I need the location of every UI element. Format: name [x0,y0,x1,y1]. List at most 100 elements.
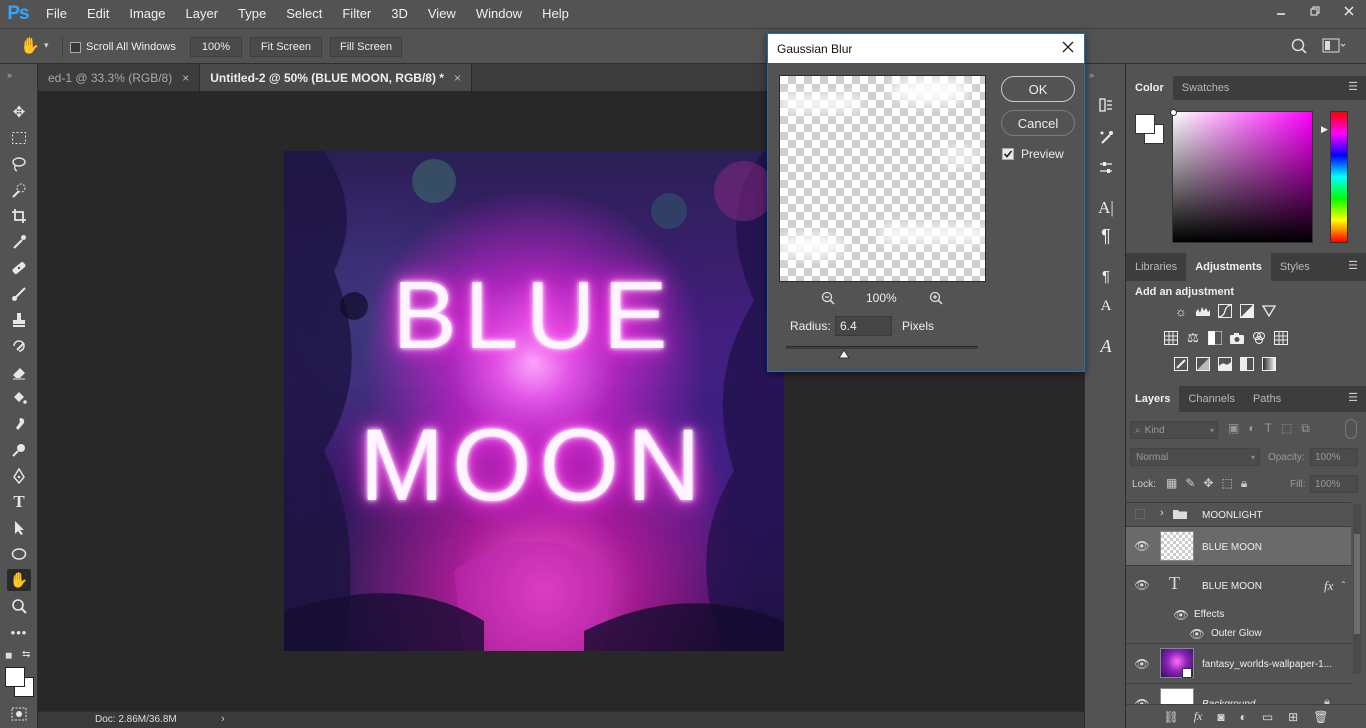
eraser-tool-icon[interactable] [7,361,31,383]
zoom-100-button[interactable]: 100% [190,37,242,57]
blend-mode-select[interactable]: Normal ▾ [1130,448,1260,466]
ellipse-tool-icon[interactable] [7,543,31,565]
menu-file[interactable]: File [36,0,77,28]
tab-color[interactable]: Color [1126,76,1173,100]
eye-icon[interactable]: 👁︎ [1134,578,1149,592]
lock-artboard-icon[interactable]: ⬚ [1221,476,1232,491]
search-icon[interactable] [1290,37,1308,55]
layer-row-outer-glow[interactable]: 👁︎ Outer Glow [1126,624,1351,644]
menu-view[interactable]: View [418,0,466,28]
character-panel-icon[interactable]: A| [1094,197,1118,219]
brush-presets-icon[interactable] [1094,126,1118,148]
smudge-tool-icon[interactable] [7,413,31,435]
delete-layer-icon[interactable]: 🗑︎ [1313,710,1328,724]
hand-tool-icon[interactable]: ✋ [7,569,31,591]
character-styles-icon[interactable]: A [1094,295,1118,317]
collapse-icon[interactable]: » [7,70,12,80]
dialog-titlebar[interactable]: Gaussian Blur [768,34,1084,63]
layer-row-blue-moon-pixel[interactable]: 👁︎ BLUE MOON [1126,527,1351,566]
tab-untitled-1[interactable]: ed-1 @ 33.3% (RGB/8) × [38,64,201,91]
quick-selection-tool-icon[interactable] [7,179,31,201]
fit-screen-button[interactable]: Fit Screen [250,37,322,57]
menu-type[interactable]: Type [228,0,276,28]
layers-scrollbar-thumb[interactable] [1354,534,1360,634]
new-group-icon[interactable]: ▭ [1262,710,1273,724]
cancel-button[interactable]: Cancel [1001,110,1075,136]
invert-icon[interactable] [1170,355,1192,373]
status-menu-arrow-icon[interactable]: › [221,713,225,725]
tab-styles[interactable]: Styles [1271,253,1319,281]
scroll-all-windows-checkbox[interactable]: Scroll All Windows [70,41,176,53]
menu-image[interactable]: Image [119,0,175,28]
zoom-tool-icon[interactable] [7,595,31,617]
radius-input[interactable]: 6.4 [835,316,892,336]
channel-mixer-icon[interactable] [1248,329,1270,347]
collapse-effects-icon[interactable]: ⌃ [1340,580,1347,589]
ok-button[interactable]: OK [1001,76,1075,102]
filter-smart-icon[interactable]: ⧉ [1301,421,1310,436]
close-tab-icon[interactable]: × [182,71,189,85]
filter-pixel-icon[interactable]: ▣ [1228,421,1239,436]
layer-row-effects[interactable]: 👁︎ Effects [1126,605,1351,624]
paragraph-panel-icon[interactable]: ¶ [1094,225,1118,247]
menu-help[interactable]: Help [532,0,579,28]
color-picker-handle[interactable] [1170,109,1177,116]
radius-slider-track[interactable] [786,346,978,349]
fx-icon[interactable]: fx [1194,709,1203,724]
quick-mask-icon[interactable] [11,707,27,721]
menu-filter[interactable]: Filter [332,0,381,28]
lock-position-icon[interactable]: ✥ [1203,476,1213,491]
fx-badge[interactable]: fx [1324,578,1333,594]
menu-3d[interactable]: 3D [381,0,418,28]
move-tool-icon[interactable]: ✥ [7,101,31,123]
chevron-down-icon[interactable]: ▾ [44,40,49,51]
threshold-icon[interactable] [1214,355,1236,373]
close-icon[interactable] [1062,41,1074,53]
lock-transparent-icon[interactable]: ▦ [1166,476,1177,491]
brush-tool-icon[interactable] [7,283,31,305]
new-layer-icon[interactable]: ⊞ [1288,710,1298,724]
menu-select[interactable]: Select [276,0,332,28]
eyedropper-tool-icon[interactable] [7,231,31,253]
hue-slider[interactable] [1330,111,1348,243]
tab-channels[interactable]: Channels [1179,386,1243,412]
hue-saturation-icon[interactable] [1160,329,1182,347]
fill-screen-button[interactable]: Fill Screen [330,37,402,57]
color-foreground-swatch[interactable] [1135,114,1155,134]
lock-pixels-icon[interactable]: ✎ [1185,476,1195,491]
panel-menu-icon[interactable]: ☰ [1348,80,1358,93]
color-field[interactable] [1170,109,1313,243]
menu-window[interactable]: Window [466,0,532,28]
visibility-off-box[interactable] [1135,509,1145,519]
levels-icon[interactable] [1192,302,1214,320]
curves-icon[interactable] [1214,302,1236,320]
properties-icon[interactable] [1094,157,1118,179]
panel-menu-icon[interactable]: ☰ [1348,259,1358,272]
healing-brush-tool-icon[interactable] [7,257,31,279]
clone-stamp-tool-icon[interactable] [7,309,31,331]
lock-all-icon[interactable]: 🔒︎ [1241,476,1247,491]
minimize-icon[interactable] [1264,0,1298,22]
filter-toggle[interactable] [1345,419,1357,439]
zoom-in-icon[interactable] [929,291,943,305]
default-colors-icon[interactable]: ◼ [5,650,12,661]
restore-icon[interactable] [1298,0,1332,22]
eye-icon[interactable]: 👁︎ [1189,627,1204,641]
blur-preview-pane[interactable] [779,75,986,282]
path-selection-tool-icon[interactable] [7,517,31,539]
dodge-tool-icon[interactable] [7,439,31,461]
menu-layer[interactable]: Layer [176,0,229,28]
workspace-icon[interactable] [1322,38,1346,54]
opacity-input[interactable]: 100% [1310,448,1358,466]
more-tools-icon[interactable]: ••• [7,621,31,643]
layer-row-fantasy-wallpaper[interactable]: 👁︎ fantasy_worlds-wallpaper-1... [1126,644,1351,684]
black-white-icon[interactable] [1204,329,1226,347]
eye-icon[interactable]: 👁︎ [1173,608,1188,622]
type-tool-icon[interactable]: T [7,491,31,513]
marquee-tool-icon[interactable] [7,127,31,149]
glyphs-panel-icon[interactable]: A [1094,335,1118,357]
tab-untitled-2[interactable]: Untitled-2 @ 50% (BLUE MOON, RGB/8) * × [200,64,472,91]
hue-slider-pointer-icon[interactable]: ▶ [1321,124,1328,135]
hand-tool-icon[interactable]: ✋ [20,36,40,56]
posterize-icon[interactable] [1192,355,1214,373]
